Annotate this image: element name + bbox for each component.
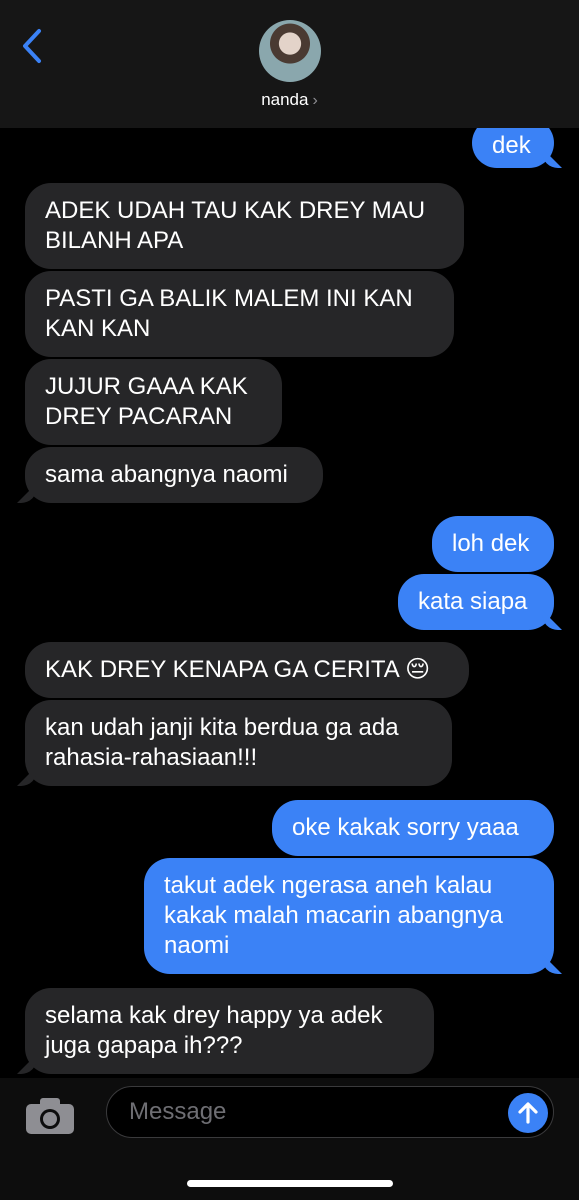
chevron-right-icon: › (312, 92, 318, 109)
message-composer (0, 1078, 579, 1200)
message-bubble-incoming[interactable]: KAK DREY KENAPA GA CERITA 😔 (25, 642, 469, 698)
chevron-left-icon (23, 29, 41, 63)
avatar[interactable] (259, 20, 321, 82)
message-input[interactable] (106, 1086, 554, 1138)
back-button[interactable] (14, 26, 50, 66)
message-bubble-incoming[interactable]: sama abangnya naomi (25, 447, 323, 503)
home-indicator (187, 1180, 393, 1187)
message-thread[interactable]: dek ADEK UDAH TAU KAK DREY MAU BILANH AP… (0, 128, 579, 1078)
contact-name: nanda (261, 90, 309, 109)
message-bubble-incoming[interactable]: JUJUR GAAA KAK DREY PACARAN (25, 359, 282, 445)
send-button[interactable] (508, 1093, 548, 1133)
message-bubble-outgoing[interactable]: loh dek (432, 516, 554, 572)
message-bubble-outgoing[interactable]: dek (472, 128, 554, 168)
message-bubble-incoming[interactable]: selama kak drey happy ya adek juga gapap… (25, 988, 434, 1074)
conversation-header: nanda › (0, 0, 579, 128)
message-bubble-outgoing[interactable]: kata siapa (398, 574, 554, 630)
message-bubble-incoming[interactable]: PASTI GA BALIK MALEM INI KAN KAN KAN (25, 271, 454, 357)
camera-button[interactable] (24, 1096, 76, 1144)
message-bubble-outgoing[interactable]: oke kakak sorry yaaa (272, 800, 554, 856)
message-bubble-incoming[interactable]: ADEK UDAH TAU KAK DREY MAU BILANH APA (25, 183, 464, 269)
camera-icon (26, 1098, 74, 1134)
message-bubble-incoming[interactable]: kan udah janji kita berdua ga ada rahasi… (25, 700, 452, 786)
arrow-up-icon (518, 1102, 538, 1124)
message-bubble-outgoing[interactable]: takut adek ngerasa aneh kalau kakak mala… (144, 858, 554, 974)
contact-name-button[interactable]: nanda › (0, 90, 579, 110)
